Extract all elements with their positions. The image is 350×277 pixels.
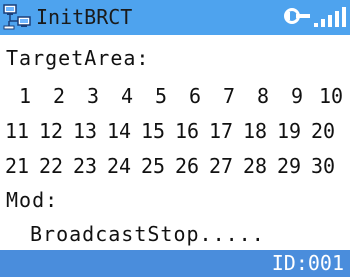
footer-bar: ID:001 bbox=[0, 250, 350, 277]
area-number[interactable]: 8 bbox=[246, 82, 280, 110]
area-number[interactable]: 4 bbox=[110, 82, 144, 110]
signal-strength-icon bbox=[314, 7, 346, 27]
area-number[interactable]: 13 bbox=[68, 117, 102, 145]
area-number[interactable]: 17 bbox=[204, 117, 238, 145]
area-number[interactable]: 27 bbox=[204, 152, 238, 180]
broadcast-status: BroadcastStop..... bbox=[30, 222, 265, 246]
area-number[interactable]: 1 bbox=[8, 82, 42, 110]
area-number[interactable]: 26 bbox=[170, 152, 204, 180]
network-computers-icon bbox=[3, 4, 31, 30]
area-number[interactable]: 11 bbox=[0, 117, 34, 145]
area-number[interactable]: 30 bbox=[306, 152, 340, 180]
area-number[interactable]: 24 bbox=[102, 152, 136, 180]
area-number[interactable]: 16 bbox=[170, 117, 204, 145]
mode-label: Mod: bbox=[6, 188, 59, 212]
area-number[interactable]: 25 bbox=[136, 152, 170, 180]
target-area-row: 21 22 23 24 25 26 27 28 29 30 bbox=[0, 152, 350, 180]
area-number[interactable]: 15 bbox=[136, 117, 170, 145]
area-number[interactable]: 9 bbox=[280, 82, 314, 110]
area-number[interactable]: 28 bbox=[238, 152, 272, 180]
target-area-row: 1 2 3 4 5 6 7 8 9 10 bbox=[0, 82, 350, 110]
area-number[interactable]: 14 bbox=[102, 117, 136, 145]
area-number[interactable]: 12 bbox=[34, 117, 68, 145]
title-bar: InitBRCT bbox=[0, 0, 350, 35]
area-number[interactable]: 22 bbox=[34, 152, 68, 180]
area-number[interactable]: 18 bbox=[238, 117, 272, 145]
device-id: ID:001 bbox=[271, 251, 344, 275]
area-number[interactable]: 7 bbox=[212, 82, 246, 110]
area-number[interactable]: 10 bbox=[314, 82, 348, 110]
area-number[interactable]: 19 bbox=[272, 117, 306, 145]
area-number[interactable]: 21 bbox=[0, 152, 34, 180]
area-number[interactable]: 23 bbox=[68, 152, 102, 180]
target-area-row: 11 12 13 14 15 16 17 18 19 20 bbox=[0, 117, 350, 145]
app-title: InitBRCT bbox=[36, 5, 133, 29]
area-number[interactable]: 5 bbox=[144, 82, 178, 110]
area-number[interactable]: 29 bbox=[272, 152, 306, 180]
area-number[interactable]: 2 bbox=[42, 82, 76, 110]
area-number[interactable]: 6 bbox=[178, 82, 212, 110]
area-number[interactable]: 20 bbox=[306, 117, 340, 145]
plug-connector-icon bbox=[284, 8, 310, 24]
area-number[interactable]: 3 bbox=[76, 82, 110, 110]
target-area-label: TargetArea: bbox=[6, 46, 150, 70]
